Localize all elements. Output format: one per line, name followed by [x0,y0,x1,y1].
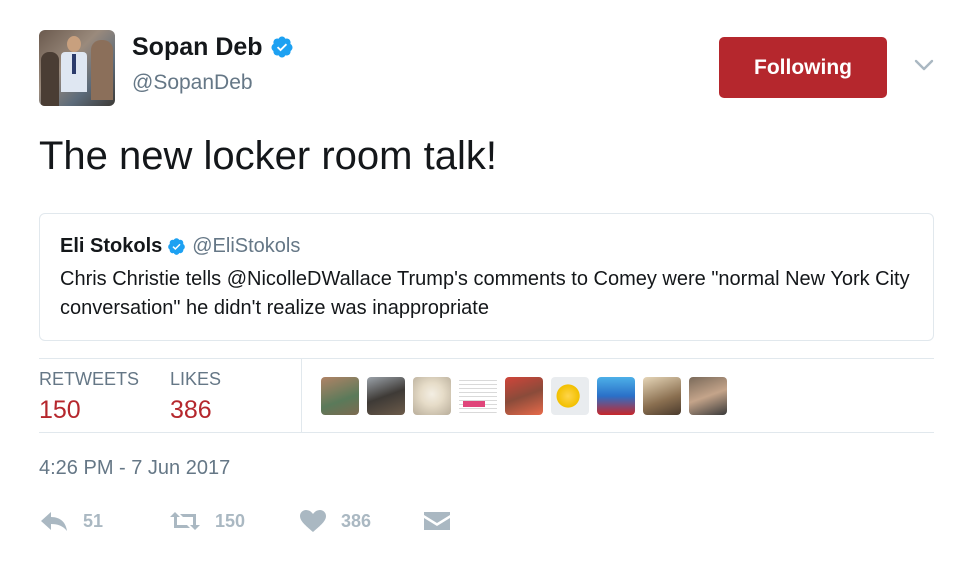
liker-avatar[interactable] [689,377,727,415]
likes-stat[interactable]: LIKES 386 [170,369,221,425]
tweet-stats: RETWEETS 150 LIKES 386 [39,358,934,433]
reply-icon [41,512,67,531]
liker-avatar[interactable] [321,377,359,415]
author-avatar[interactable] [39,30,115,106]
verified-badge-icon [271,36,293,58]
tweet-text: The new locker room talk! [39,134,497,178]
quoted-author-handle: @EliStokols [192,234,301,257]
liker-avatar[interactable] [643,377,681,415]
retweets-value: 150 [39,396,81,424]
likes-value: 386 [170,396,212,424]
retweet-icon [170,512,200,530]
likes-label: LIKES [170,369,222,389]
quoted-tweet-text: Chris Christie tells @NicolleDWallace Tr… [60,268,910,319]
author-handle[interactable]: @SopanDeb [132,71,253,95]
like-button[interactable]: 386 [299,505,371,537]
liker-avatar[interactable] [505,377,543,415]
liker-avatar[interactable] [459,377,497,415]
reply-count: 51 [83,510,104,531]
reply-button[interactable]: 51 [39,505,103,537]
liker-avatar[interactable] [597,377,635,415]
verified-badge-icon [168,237,186,255]
quoted-tweet-header: Eli Stokols @EliStokols [60,234,300,258]
following-button[interactable]: Following [719,37,887,98]
chevron-down-icon[interactable] [913,54,935,76]
retweets-stat[interactable]: RETWEETS 150 [39,369,139,425]
tweet-header: Sopan Deb @SopanDeb Following [39,30,939,106]
author-name[interactable]: Sopan Deb [132,33,263,62]
author-name-row: Sopan Deb [132,32,294,62]
direct-message-button[interactable] [423,505,451,537]
retweet-count: 150 [215,510,246,531]
retweet-button[interactable]: 150 [169,505,245,537]
liker-avatar[interactable] [367,377,405,415]
quoted-author-name: Eli Stokols [60,234,163,257]
stats-divider [301,359,302,432]
retweets-label: RETWEETS [39,369,140,389]
tweet-timestamp[interactable]: 4:26 PM - 7 Jun 2017 [39,457,230,480]
liker-avatar[interactable] [551,377,589,415]
quoted-tweet-card[interactable]: Eli Stokols @EliStokols Chris Christie t… [39,213,934,341]
heart-icon [300,510,326,532]
envelope-icon [424,512,450,530]
like-count: 386 [341,510,372,531]
liker-avatar[interactable] [413,377,451,415]
